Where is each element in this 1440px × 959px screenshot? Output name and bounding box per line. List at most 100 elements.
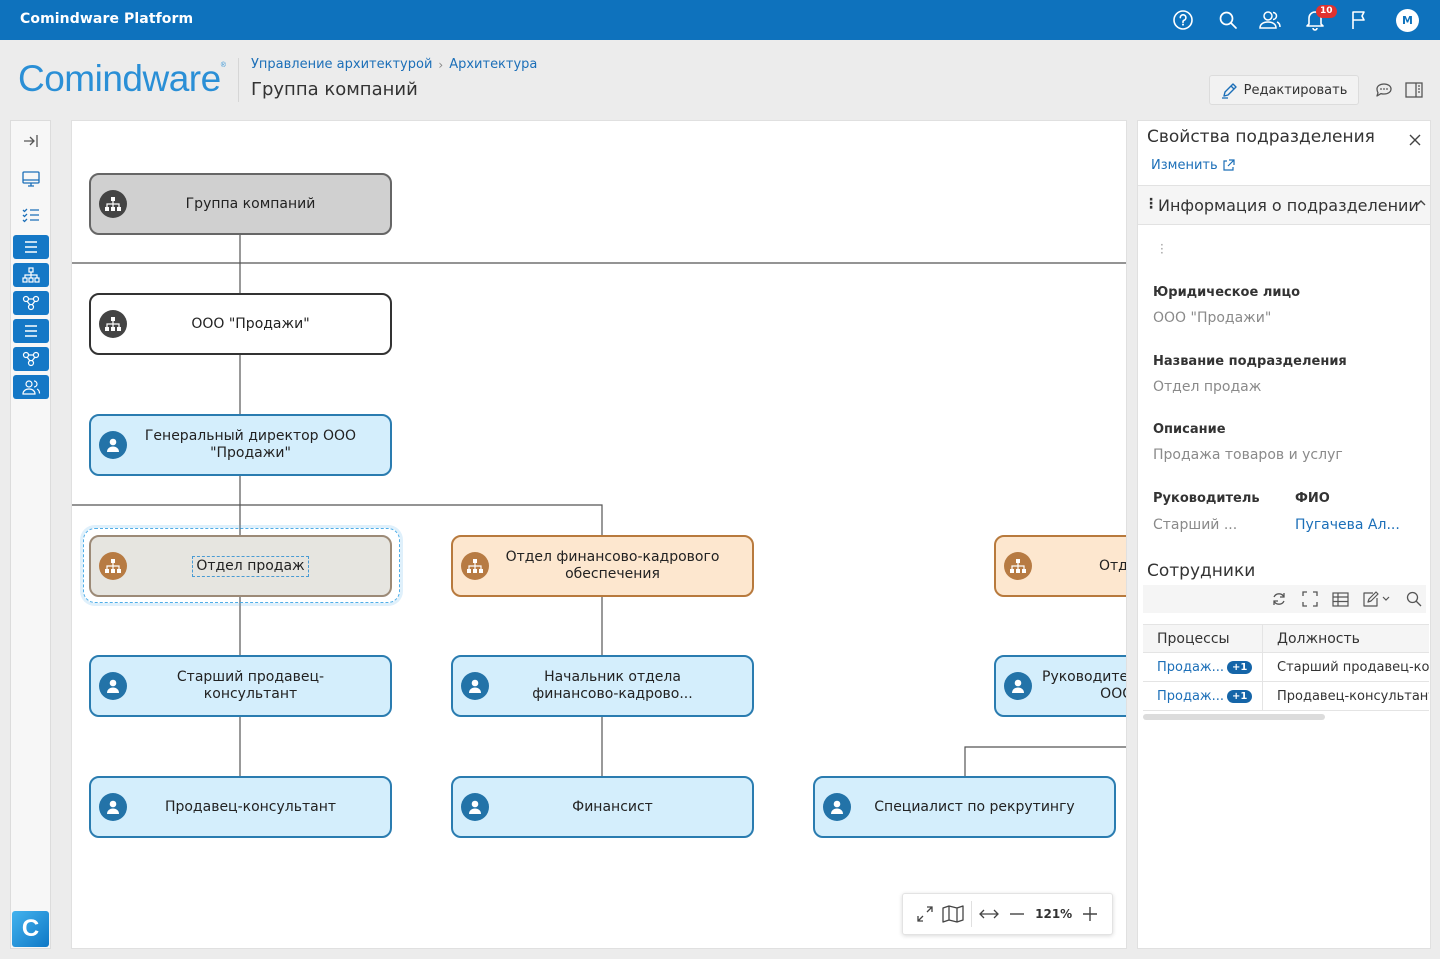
- close-icon[interactable]: [1407, 132, 1423, 148]
- node-recruiter[interactable]: Специалист по рекрутингу: [813, 776, 1116, 838]
- node-label: Продавец-консультант: [164, 798, 337, 815]
- description-value: Продажа товаров и услуг: [1153, 447, 1343, 463]
- horizontal-scrollbar[interactable]: [1143, 714, 1325, 720]
- left-rail: C: [10, 120, 51, 949]
- network-icon[interactable]: [13, 291, 49, 315]
- search-icon[interactable]: [1405, 590, 1423, 608]
- breadcrumb-architecture[interactable]: Архитектура: [449, 57, 537, 72]
- edit-button[interactable]: Редактировать: [1209, 75, 1359, 105]
- section-title: Информация о подразделении: [1158, 196, 1419, 215]
- node-label: Начальник отдела финансово-кадрово...: [532, 669, 693, 702]
- node-label[interactable]: Отдел продаж: [192, 555, 309, 577]
- checklist-icon[interactable]: [13, 203, 49, 227]
- notification-badge: 10: [1316, 5, 1337, 18]
- expand-rail-icon[interactable]: [13, 129, 49, 153]
- app-title[interactable]: Comindware Platform: [20, 11, 193, 27]
- table-row[interactable]: Продаж... +1 Старший продавец-кон: [1143, 653, 1429, 682]
- comments-icon[interactable]: [1374, 80, 1394, 100]
- person-icon: [461, 672, 489, 700]
- more-badge[interactable]: +1: [1227, 689, 1253, 703]
- process-link[interactable]: Продаж...: [1157, 689, 1224, 704]
- panel-toggle-icon[interactable]: [1404, 80, 1424, 100]
- node-third-head[interactable]: Руководител ООС: [994, 655, 1126, 717]
- dept-name-value: Отдел продаж: [1153, 379, 1262, 395]
- description-label: Описание: [1153, 422, 1226, 437]
- person-icon: [1004, 672, 1032, 700]
- monitor-icon[interactable]: [13, 167, 49, 191]
- column-header-position[interactable]: Должность: [1263, 625, 1429, 652]
- legal-entity-value: ООО "Продажи": [1153, 310, 1272, 326]
- comindware-brand-icon[interactable]: C: [12, 911, 49, 947]
- fio-value[interactable]: Пугачева Ал...: [1295, 517, 1400, 533]
- network-2-icon[interactable]: [13, 347, 49, 371]
- process-link[interactable]: Продаж...: [1157, 660, 1224, 675]
- pen-icon: [1221, 82, 1237, 99]
- section-header[interactable]: ⋮ Информация о подразделении: [1138, 185, 1430, 225]
- breadcrumb: Управление архитектурой › Архитектура: [251, 57, 537, 72]
- zoom-level: 121%: [1035, 907, 1073, 921]
- dept-name-label: Название подразделения: [1153, 354, 1347, 369]
- chevron-right-icon: ›: [438, 57, 444, 72]
- breadcrumb-architecture-management[interactable]: Управление архитектурой: [251, 57, 432, 72]
- comindware-logo[interactable]: Comindware®: [18, 58, 226, 100]
- user-avatar[interactable]: M: [1396, 9, 1419, 32]
- refresh-icon[interactable]: [1270, 590, 1288, 608]
- node-llc[interactable]: ООО "Продажи": [89, 293, 392, 355]
- org-chart-icon[interactable]: [13, 263, 49, 287]
- drag-handle-icon[interactable]: · · ·: [1160, 239, 1164, 259]
- minimap-icon[interactable]: [939, 900, 967, 928]
- node-ceo[interactable]: Генеральный директор ООО "Продажи": [89, 414, 392, 476]
- fullscreen-icon[interactable]: [911, 900, 939, 928]
- node-finance-dept[interactable]: Отдел финансово-кадрового обеспечения: [451, 535, 754, 597]
- users-icon[interactable]: [1258, 8, 1282, 32]
- header-divider: [238, 58, 239, 102]
- head-label: Руководитель: [1153, 491, 1260, 506]
- person-icon: [99, 793, 127, 821]
- edit-button-label: Редактировать: [1243, 82, 1348, 98]
- node-label: Старший продавец-консультант: [176, 669, 325, 702]
- zoom-divider: [970, 901, 972, 927]
- org-structure-icon: [461, 552, 489, 580]
- org-structure-icon: [99, 552, 127, 580]
- properties-panel: Свойства подразделения Изменить ⋮ Информ…: [1137, 120, 1431, 949]
- zoom-out-icon[interactable]: [1003, 900, 1031, 928]
- external-link-icon: [1223, 159, 1235, 171]
- table-icon[interactable]: [1331, 590, 1349, 608]
- help-icon[interactable]: [1171, 8, 1195, 32]
- node-label: Финансист: [572, 798, 653, 815]
- change-link[interactable]: Изменить: [1151, 158, 1235, 173]
- node-senior-consultant[interactable]: Старший продавец-консультант: [89, 655, 392, 717]
- org-structure-icon: [99, 310, 127, 338]
- org-structure-icon: [1004, 552, 1032, 580]
- edit-menu-icon[interactable]: [1361, 590, 1393, 608]
- table-row[interactable]: Продаж... +1 Продавец-консультант: [1143, 682, 1429, 711]
- person-icon: [823, 793, 851, 821]
- person-icon: [461, 793, 489, 821]
- process-cell: Продаж... +1: [1143, 653, 1263, 681]
- person-icon: [99, 431, 127, 459]
- node-financier[interactable]: Финансист: [451, 776, 754, 838]
- column-header-processes[interactable]: Процессы: [1143, 625, 1263, 652]
- list-view-2-icon[interactable]: [13, 319, 49, 343]
- more-vertical-icon[interactable]: ⋮: [1144, 196, 1158, 212]
- search-icon[interactable]: [1216, 8, 1240, 32]
- node-sales-dept[interactable]: Отдел продаж: [89, 535, 392, 597]
- expand-icon[interactable]: [1301, 590, 1319, 608]
- node-finance-head[interactable]: Начальник отдела финансово-кадрово...: [451, 655, 754, 717]
- node-group[interactable]: Группа компаний: [89, 173, 392, 235]
- position-cell: Продавец-консультант: [1277, 688, 1429, 704]
- node-label: Специалист по рекрутингу: [874, 798, 1075, 815]
- more-badge[interactable]: +1: [1227, 660, 1253, 674]
- people-icon[interactable]: [13, 375, 49, 399]
- node-third-dept[interactable]: Отд: [994, 535, 1126, 597]
- node-consultant[interactable]: Продавец-консультант: [89, 776, 392, 838]
- flag-icon[interactable]: [1347, 8, 1371, 32]
- chevron-up-icon[interactable]: [1415, 197, 1427, 209]
- zoom-in-icon[interactable]: [1076, 900, 1104, 928]
- node-label: ООО "Продажи": [191, 315, 310, 332]
- diagram-canvas[interactable]: Группа компаний ООО "Продажи" Генеральны…: [71, 120, 1127, 949]
- fit-width-icon[interactable]: [976, 900, 1004, 928]
- change-link-label: Изменить: [1151, 158, 1218, 173]
- employees-table: Процессы Должность Продаж... +1 Старший п…: [1143, 624, 1429, 711]
- list-view-icon[interactable]: [13, 235, 49, 259]
